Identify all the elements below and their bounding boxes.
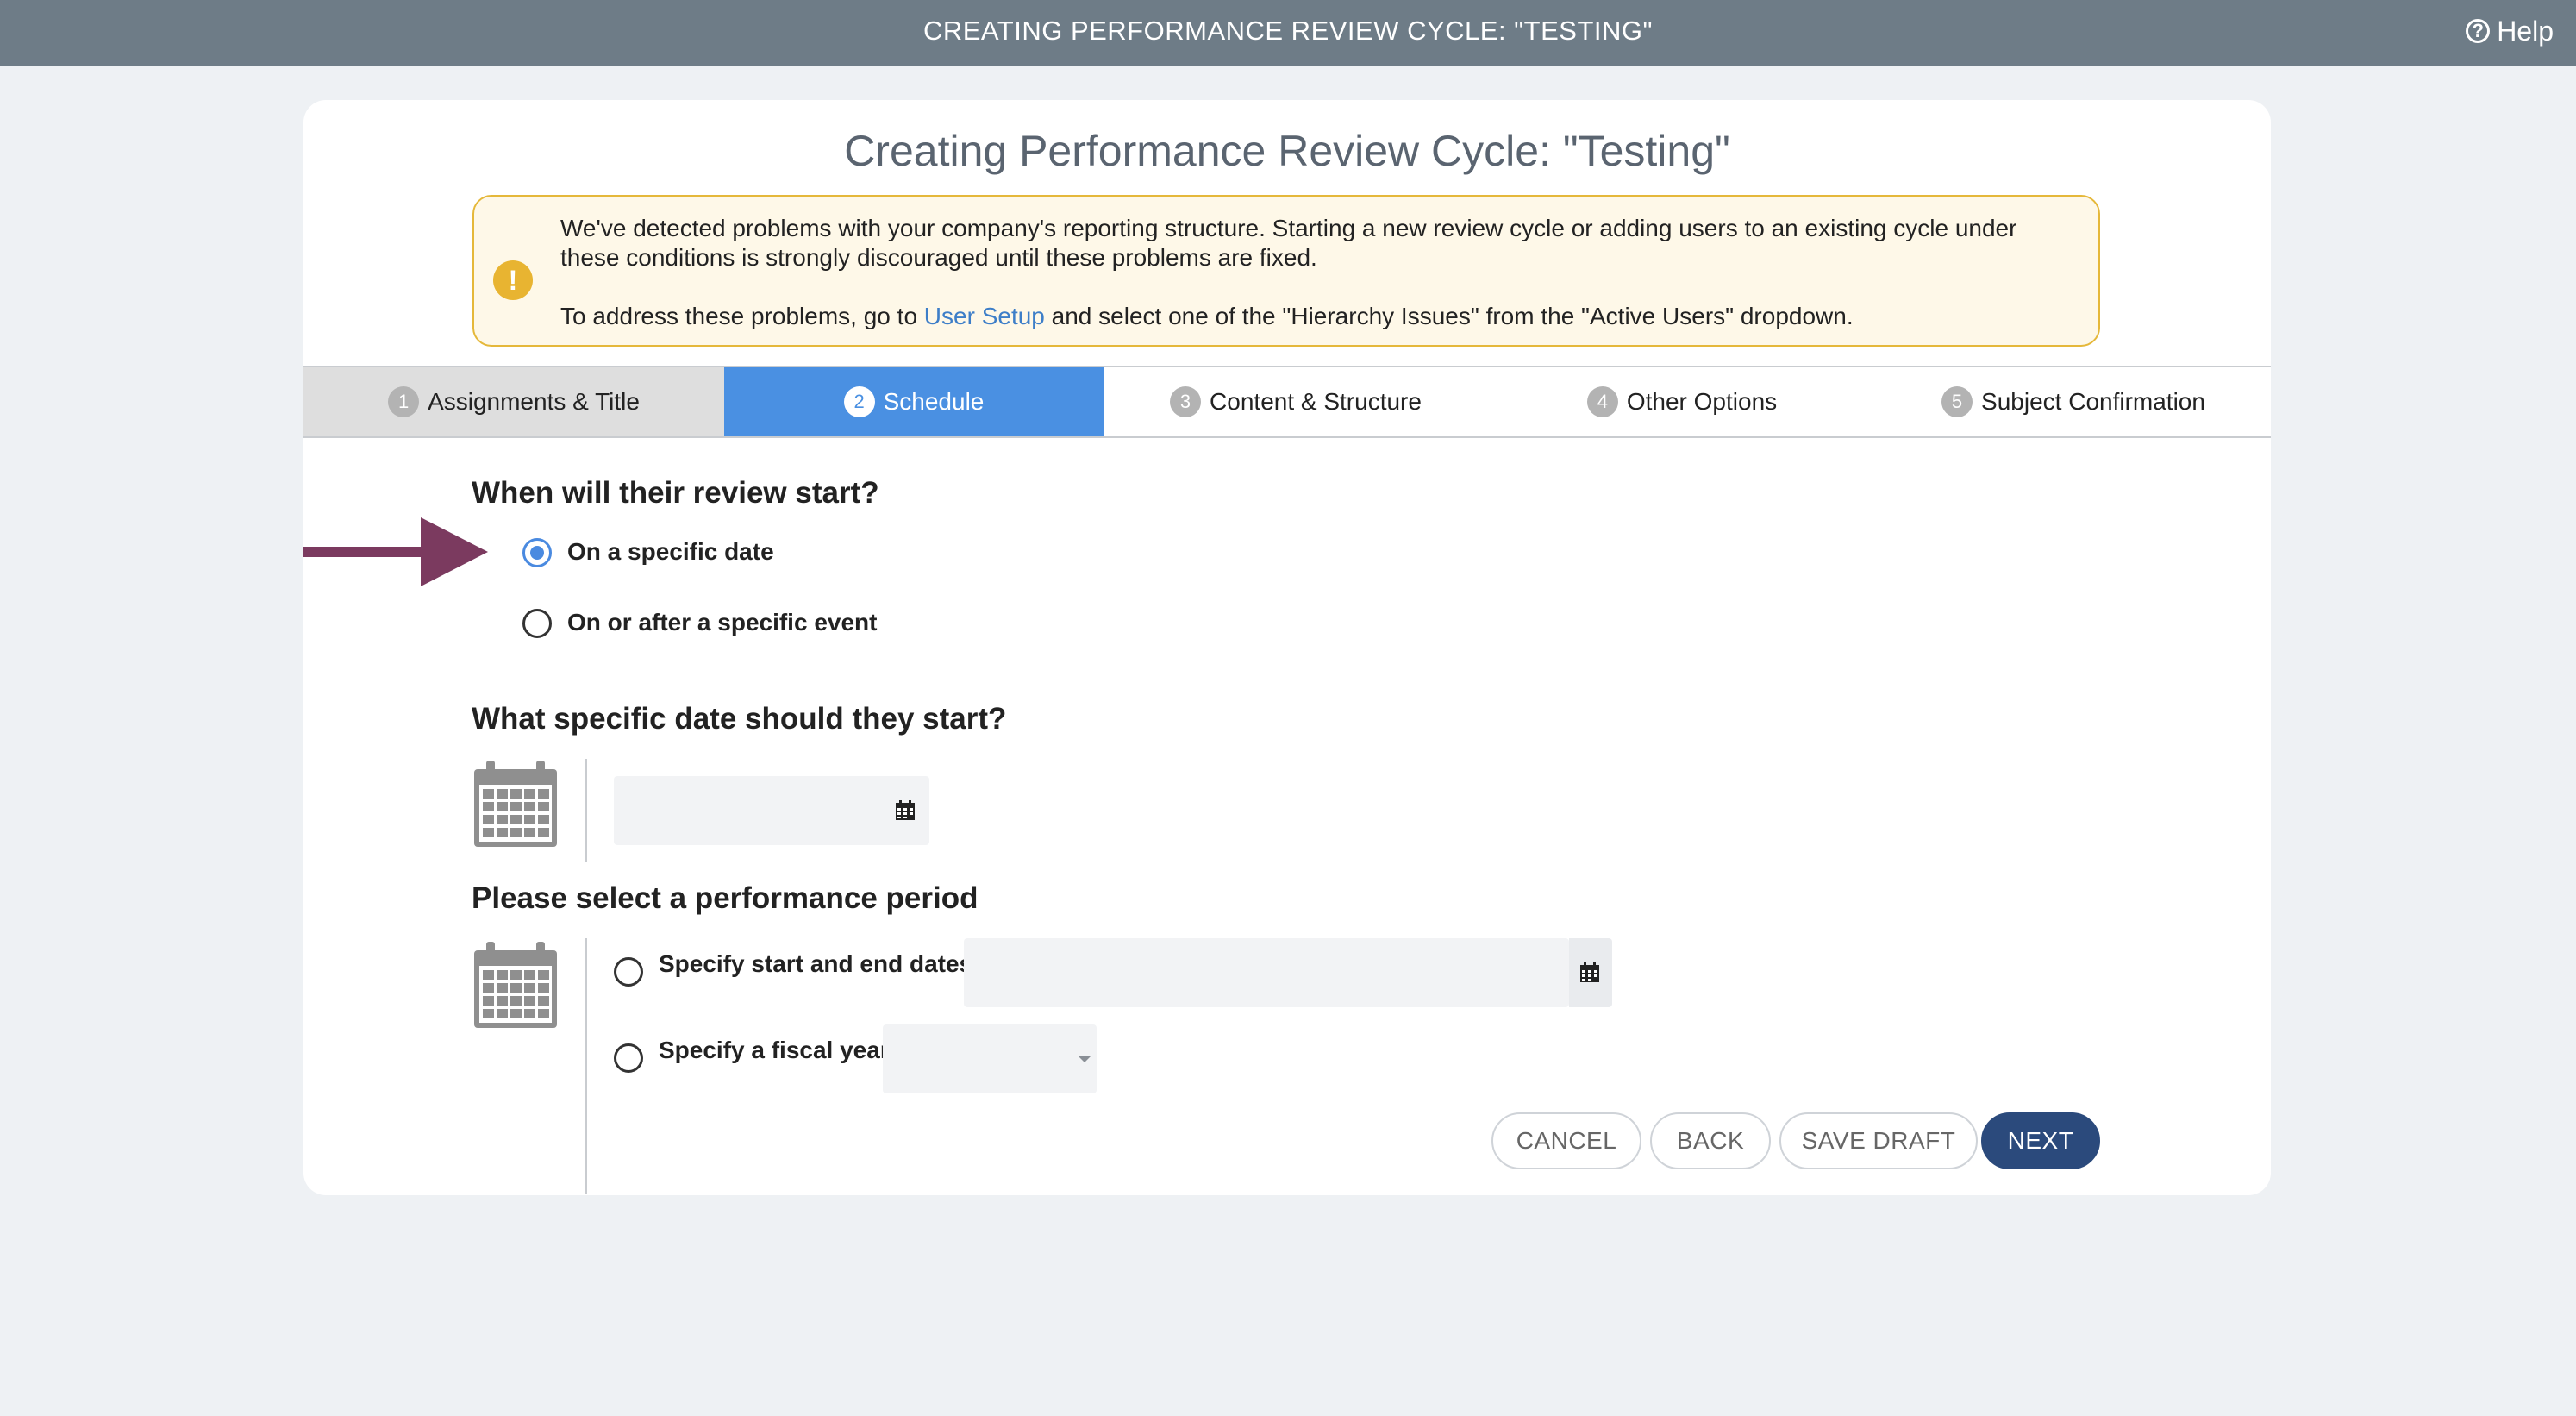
cancel-button[interactable]: CANCEL — [1491, 1112, 1641, 1169]
start-date-heading: What specific date should they start? — [472, 702, 1007, 736]
start-date-input[interactable] — [614, 776, 929, 845]
wizard-steps: 1 Assignments & Title 2 Schedule 3 Conte… — [303, 366, 2271, 438]
step-number: 1 — [388, 386, 420, 417]
radio-fiscal-year-label[interactable]: Specify a fiscal year — [659, 1037, 890, 1064]
user-setup-link[interactable]: User Setup — [924, 303, 1045, 329]
radio-specific-date-label[interactable]: On a specific date — [567, 538, 774, 566]
review-start-heading: When will their review start? — [472, 476, 879, 510]
step-number: 2 — [843, 386, 875, 417]
warning-suffix: and select one of the "Hierarchy Issues"… — [1044, 303, 1854, 329]
back-button[interactable]: BACK — [1650, 1112, 1771, 1169]
divider — [585, 759, 587, 862]
help-label: Help — [2497, 15, 2554, 47]
calendar-icon — [474, 942, 557, 1028]
date-picker-icon[interactable] — [1579, 962, 1600, 983]
tab-label: Assignments & Title — [428, 388, 640, 415]
exclamation-icon: ! — [493, 260, 533, 300]
tab-schedule[interactable]: 2 Schedule — [724, 367, 1104, 436]
radio-specific-event-label[interactable]: On or after a specific event — [567, 609, 877, 636]
date-picker-icon[interactable] — [895, 800, 916, 821]
step-number: 5 — [1941, 386, 1973, 417]
step-number: 3 — [1170, 386, 1202, 417]
warning-message: We've detected problems with your compan… — [560, 215, 2017, 271]
warning-instructions: To address these problems, go to User Se… — [560, 302, 2078, 331]
performance-period-heading: Please select a performance period — [472, 881, 979, 915]
calendar-icon — [474, 761, 557, 847]
pointer-arrow-icon — [303, 517, 488, 586]
tab-other-options[interactable]: 4 Other Options — [1488, 367, 1876, 436]
fiscal-year-select[interactable] — [883, 1024, 1097, 1093]
radio-start-end-dates-label[interactable]: Specify start and end dates — [659, 950, 972, 978]
warning-text: We've detected problems with your compan… — [560, 214, 2078, 331]
date-range-input[interactable] — [964, 938, 1569, 1007]
radio-specific-event[interactable] — [522, 609, 552, 638]
tab-label: Content & Structure — [1210, 388, 1422, 415]
tab-content-structure[interactable]: 3 Content & Structure — [1104, 367, 1488, 436]
tab-subject-confirmation[interactable]: 5 Subject Confirmation — [1876, 367, 2271, 436]
step-number: 4 — [1586, 386, 1618, 417]
top-bar: CREATING PERFORMANCE REVIEW CYCLE: "TEST… — [0, 0, 2576, 66]
tab-label: Schedule — [883, 388, 985, 415]
radio-specific-date[interactable] — [522, 538, 552, 567]
next-button[interactable]: NEXT — [1981, 1112, 2100, 1169]
save-draft-button[interactable]: SAVE DRAFT — [1779, 1112, 1978, 1169]
tab-label: Subject Confirmation — [1981, 388, 2205, 415]
divider — [585, 938, 587, 1194]
help-button[interactable]: ? Help — [2466, 0, 2554, 62]
chevron-down-icon — [1078, 1056, 1091, 1062]
window-title: CREATING PERFORMANCE REVIEW CYCLE: "TEST… — [922, 16, 1654, 46]
tab-label: Other Options — [1626, 388, 1778, 415]
question-circle-icon: ? — [2466, 19, 2491, 43]
tab-assignments-title[interactable]: 1 Assignments & Title — [303, 367, 724, 436]
radio-fiscal-year[interactable] — [614, 1043, 643, 1073]
radio-start-end-dates[interactable] — [614, 957, 643, 987]
warning-prefix: To address these problems, go to — [560, 303, 924, 329]
warning-banner: ! We've detected problems with your comp… — [472, 195, 2100, 347]
page-title: Creating Performance Review Cycle: "Test… — [844, 127, 1730, 175]
wizard-card: Creating Performance Review Cycle: "Test… — [303, 100, 2271, 1195]
